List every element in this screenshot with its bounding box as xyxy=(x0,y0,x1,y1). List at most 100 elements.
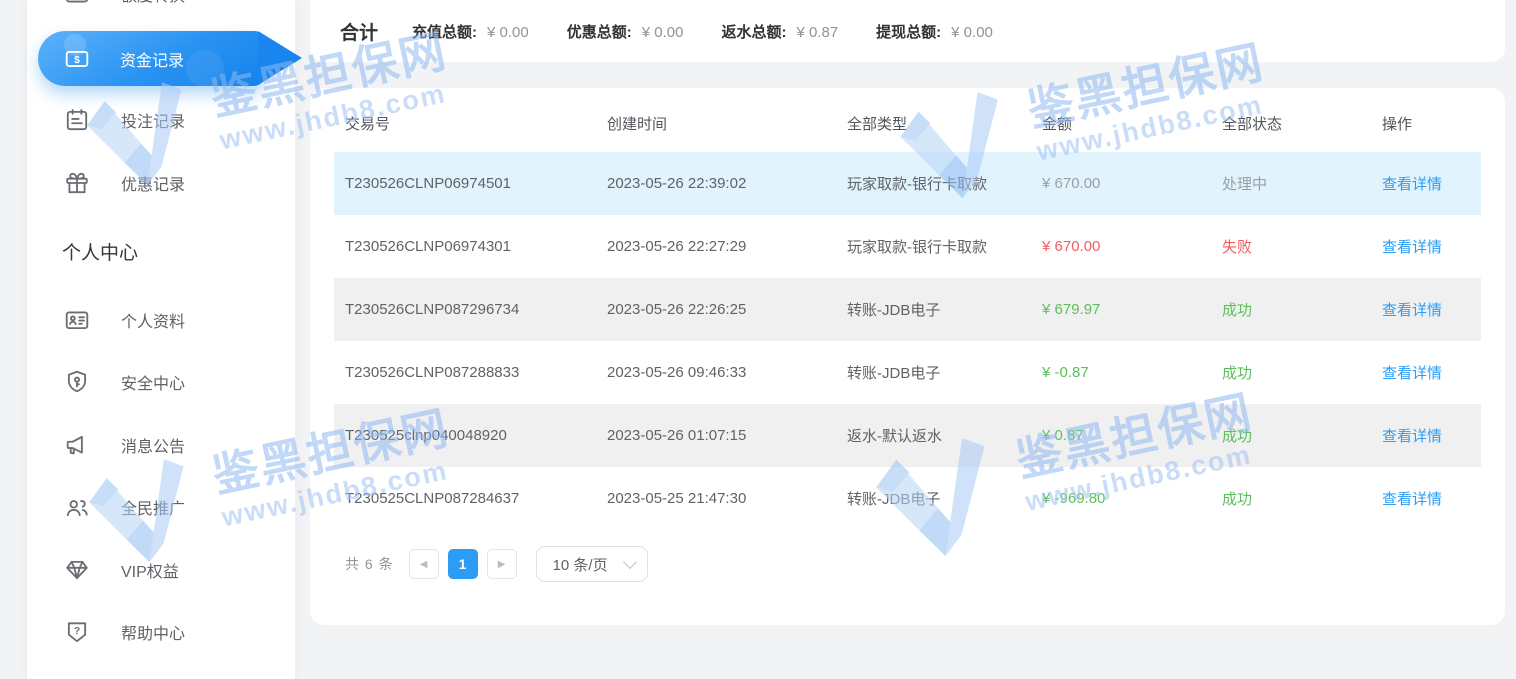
funds-table-card: 交易号创建时间全部类型金额全部状态操作 T230526CLNP069745012… xyxy=(310,88,1505,625)
sidebar-item[interactable]: VIP权益 xyxy=(27,550,295,590)
cell-action: 查看详情 xyxy=(1371,299,1481,320)
table-header-row: 交易号创建时间全部类型金额全部状态操作 xyxy=(334,94,1481,152)
cell-action: 查看详情 xyxy=(1371,236,1481,257)
summary-bar: 合计 充值总额: ¥ 0.00 优惠总额: ¥ 0.00 返水总额: ¥ 0.87 提现总额… xyxy=(310,0,1505,62)
summary-item-value: ¥ 0.00 xyxy=(487,24,529,41)
id-card-icon xyxy=(63,307,90,334)
cell-amount: ¥ 0.87 xyxy=(1031,427,1211,444)
sidebar-item[interactable]: 全民推广 xyxy=(27,487,295,527)
sidebar-item[interactable]: ? 帮助中心 xyxy=(27,612,295,652)
sidebar-section-title: 个人中心 xyxy=(62,238,138,265)
cell-status: 处理中 xyxy=(1211,173,1371,194)
sidebar-item-label: 个人资料 xyxy=(121,308,185,332)
cell-amount: ¥ -0.87 xyxy=(1031,364,1211,381)
view-details-link[interactable]: 查看详情 xyxy=(1382,428,1442,445)
help-icon: ? xyxy=(63,619,90,646)
table-row[interactable]: T230526CLNP069743012023-05-26 22:27:29玩家… xyxy=(334,215,1481,278)
page-size-value: 10 条/页 xyxy=(553,554,608,575)
sidebar-item-label: 额度转换 xyxy=(121,0,185,6)
cell-type: 转账-JDB电子 xyxy=(836,488,1031,509)
cell-type: 转账-JDB电子 xyxy=(836,299,1031,320)
megaphone-icon xyxy=(63,432,90,459)
pagination: 共 6 条 ◀ 1 ▶ 10 条/页 xyxy=(334,546,1481,582)
sidebar-item[interactable]: 个人资料 xyxy=(27,300,295,340)
summary-item-label: 提现总额: xyxy=(876,21,941,42)
cell-type: 转账-JDB电子 xyxy=(836,362,1031,383)
summary-item-value: ¥ 0.00 xyxy=(951,24,993,41)
column-header[interactable]: 全部状态 xyxy=(1211,113,1371,134)
column-header: 操作 xyxy=(1371,113,1481,134)
cell-transaction-id: T230526CLNP087288833 xyxy=(334,364,596,381)
cell-type: 玩家取款-银行卡取款 xyxy=(836,236,1031,257)
bet-record-icon xyxy=(63,107,90,134)
cell-created-time: 2023-05-26 09:46:33 xyxy=(596,364,836,381)
summary-item-label: 充值总额: xyxy=(412,21,477,42)
sidebar-item[interactable]: 安全中心 xyxy=(27,362,295,402)
main-content: 合计 充值总额: ¥ 0.00 优惠总额: ¥ 0.00 返水总额: ¥ 0.87 提现总额… xyxy=(310,0,1505,625)
cell-status: 成功 xyxy=(1211,425,1371,446)
view-details-link[interactable]: 查看详情 xyxy=(1382,365,1442,382)
sidebar-item-label: 帮助中心 xyxy=(121,620,185,644)
cell-created-time: 2023-05-26 22:39:02 xyxy=(596,175,836,192)
summary-item-label: 返水总额: xyxy=(721,21,786,42)
cell-created-time: 2023-05-26 01:07:15 xyxy=(596,427,836,444)
sidebar-item-label: VIP权益 xyxy=(121,558,179,582)
diamond-icon xyxy=(63,557,90,584)
summary-title: 合计 xyxy=(340,18,378,45)
shield-key-icon xyxy=(63,369,90,396)
wallet-icon xyxy=(63,0,90,8)
view-details-link[interactable]: 查看详情 xyxy=(1382,491,1442,508)
next-page-button[interactable]: ▶ xyxy=(487,549,517,579)
sidebar-item[interactable]: 优惠记录 xyxy=(27,163,295,203)
svg-text:?: ? xyxy=(73,626,79,637)
money-record-icon: $ xyxy=(63,45,90,72)
summary-item-value: ¥ 0.00 xyxy=(642,24,684,41)
summary-item: 提现总额: ¥ 0.00 xyxy=(876,21,993,42)
cell-action: 查看详情 xyxy=(1371,425,1481,446)
chevron-down-icon xyxy=(623,555,637,569)
table-row[interactable]: T230526CLNP0872967342023-05-26 22:26:25转… xyxy=(334,278,1481,341)
cell-amount: ¥ -969.80 xyxy=(1031,490,1211,507)
cell-status: 失败 xyxy=(1211,236,1371,257)
view-details-link[interactable]: 查看详情 xyxy=(1382,239,1442,256)
cell-action: 查看详情 xyxy=(1371,488,1481,509)
table-body: T230526CLNP069745012023-05-26 22:39:02玩家… xyxy=(334,152,1481,530)
current-page-button[interactable]: 1 xyxy=(448,549,478,579)
svg-text:$: $ xyxy=(74,54,80,65)
cell-amount: ¥ 670.00 xyxy=(1031,238,1211,255)
table-row[interactable]: T230525CLNP0872846372023-05-25 21:47:30转… xyxy=(334,467,1481,530)
summary-item-label: 优惠总额: xyxy=(567,21,632,42)
sidebar-item[interactable]: 消息公告 xyxy=(27,425,295,465)
sidebar-item-label: 消息公告 xyxy=(121,433,185,457)
column-header: 创建时间 xyxy=(596,113,836,134)
sidebar-item-active[interactable]: $ 资金记录 xyxy=(38,31,264,86)
summary-item-value: ¥ 0.87 xyxy=(796,24,838,41)
summary-item: 返水总额: ¥ 0.87 xyxy=(721,21,838,42)
cell-status: 成功 xyxy=(1211,488,1371,509)
sidebar-item[interactable]: 额度转换 xyxy=(27,0,295,14)
cell-status: 成功 xyxy=(1211,299,1371,320)
cell-status: 成功 xyxy=(1211,362,1371,383)
table-row[interactable]: T230526CLNP0872888332023-05-26 09:46:33转… xyxy=(334,341,1481,404)
sidebar-item-label: 资金记录 xyxy=(120,47,184,71)
cell-transaction-id: T230525CLNP087284637 xyxy=(334,490,596,507)
prev-page-button[interactable]: ◀ xyxy=(409,549,439,579)
summary-item: 充值总额: ¥ 0.00 xyxy=(412,21,529,42)
view-details-link[interactable]: 查看详情 xyxy=(1382,302,1442,319)
column-header: 金额 xyxy=(1031,113,1211,134)
sidebar-item-label: 优惠记录 xyxy=(121,171,185,195)
table-row[interactable]: T230526CLNP069745012023-05-26 22:39:02玩家… xyxy=(334,152,1481,215)
table-row[interactable]: T230525clnp0400489202023-05-26 01:07:15返… xyxy=(334,404,1481,467)
column-header: 交易号 xyxy=(334,113,596,134)
sidebar-item-label: 投注记录 xyxy=(121,108,185,132)
page-size-select[interactable]: 10 条/页 xyxy=(536,546,648,582)
cell-created-time: 2023-05-25 21:47:30 xyxy=(596,490,836,507)
cell-type: 返水-默认返水 xyxy=(836,425,1031,446)
cell-action: 查看详情 xyxy=(1371,362,1481,383)
column-header[interactable]: 全部类型 xyxy=(836,113,1031,134)
summary-items: 充值总额: ¥ 0.00 优惠总额: ¥ 0.00 返水总额: ¥ 0.87 提现总额: ¥ … xyxy=(412,21,1031,42)
gift-icon xyxy=(63,170,90,197)
view-details-link[interactable]: 查看详情 xyxy=(1382,176,1442,193)
cell-created-time: 2023-05-26 22:26:25 xyxy=(596,301,836,318)
sidebar-item[interactable]: 投注记录 xyxy=(27,100,295,140)
